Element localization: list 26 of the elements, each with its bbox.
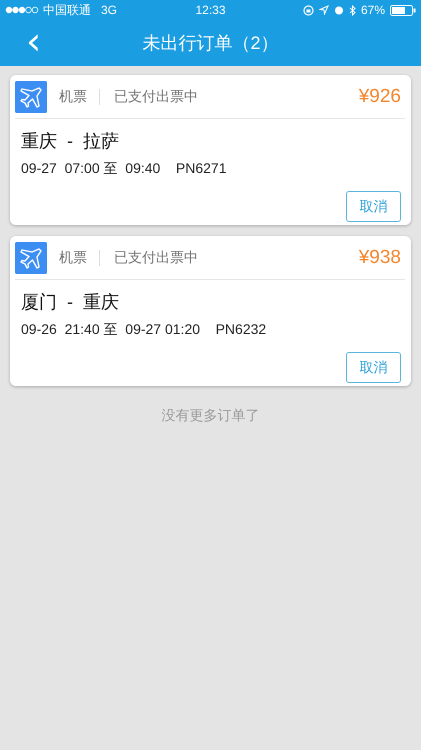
order-status: 已支付出票中 (114, 248, 199, 266)
location-icon (318, 5, 329, 15)
network-type: 3G (101, 3, 118, 17)
flight-details: 09-26 21:40 至 09-27 01:20 PN6232 (21, 321, 268, 339)
order-category: 机票 (59, 248, 87, 266)
bluetooth-icon (348, 4, 356, 16)
cancel-button[interactable]: 取消 (346, 352, 401, 383)
signal-icon (5, 6, 39, 14)
flight-details: 09-27 07:00 至 09:40 PN6271 (21, 160, 228, 178)
order-status: 已支付出票中 (114, 88, 199, 106)
battery-icon (390, 4, 416, 16)
order-price: ¥926 (358, 86, 401, 108)
order-price: ¥938 (358, 246, 401, 268)
order-category: 机票 (59, 88, 87, 106)
airplane-icon (15, 242, 47, 274)
page-title: 未出行订单（2） (142, 32, 278, 55)
end-of-list-note: 没有更多订单了 (162, 407, 260, 423)
airplane-icon (15, 80, 47, 112)
cancel-button[interactable]: 取消 (346, 191, 401, 222)
rotation-lock-icon (302, 4, 314, 16)
flight-route: 重庆 - 拉萨 (21, 130, 120, 153)
clock-time: 12:33 (195, 3, 226, 17)
flight-route: 厦门 - 重庆 (21, 291, 120, 314)
carrier-name: 中国联通 (43, 2, 91, 18)
back-button[interactable]: ‹ (22, 24, 46, 58)
battery-percent: 67% (360, 3, 385, 17)
